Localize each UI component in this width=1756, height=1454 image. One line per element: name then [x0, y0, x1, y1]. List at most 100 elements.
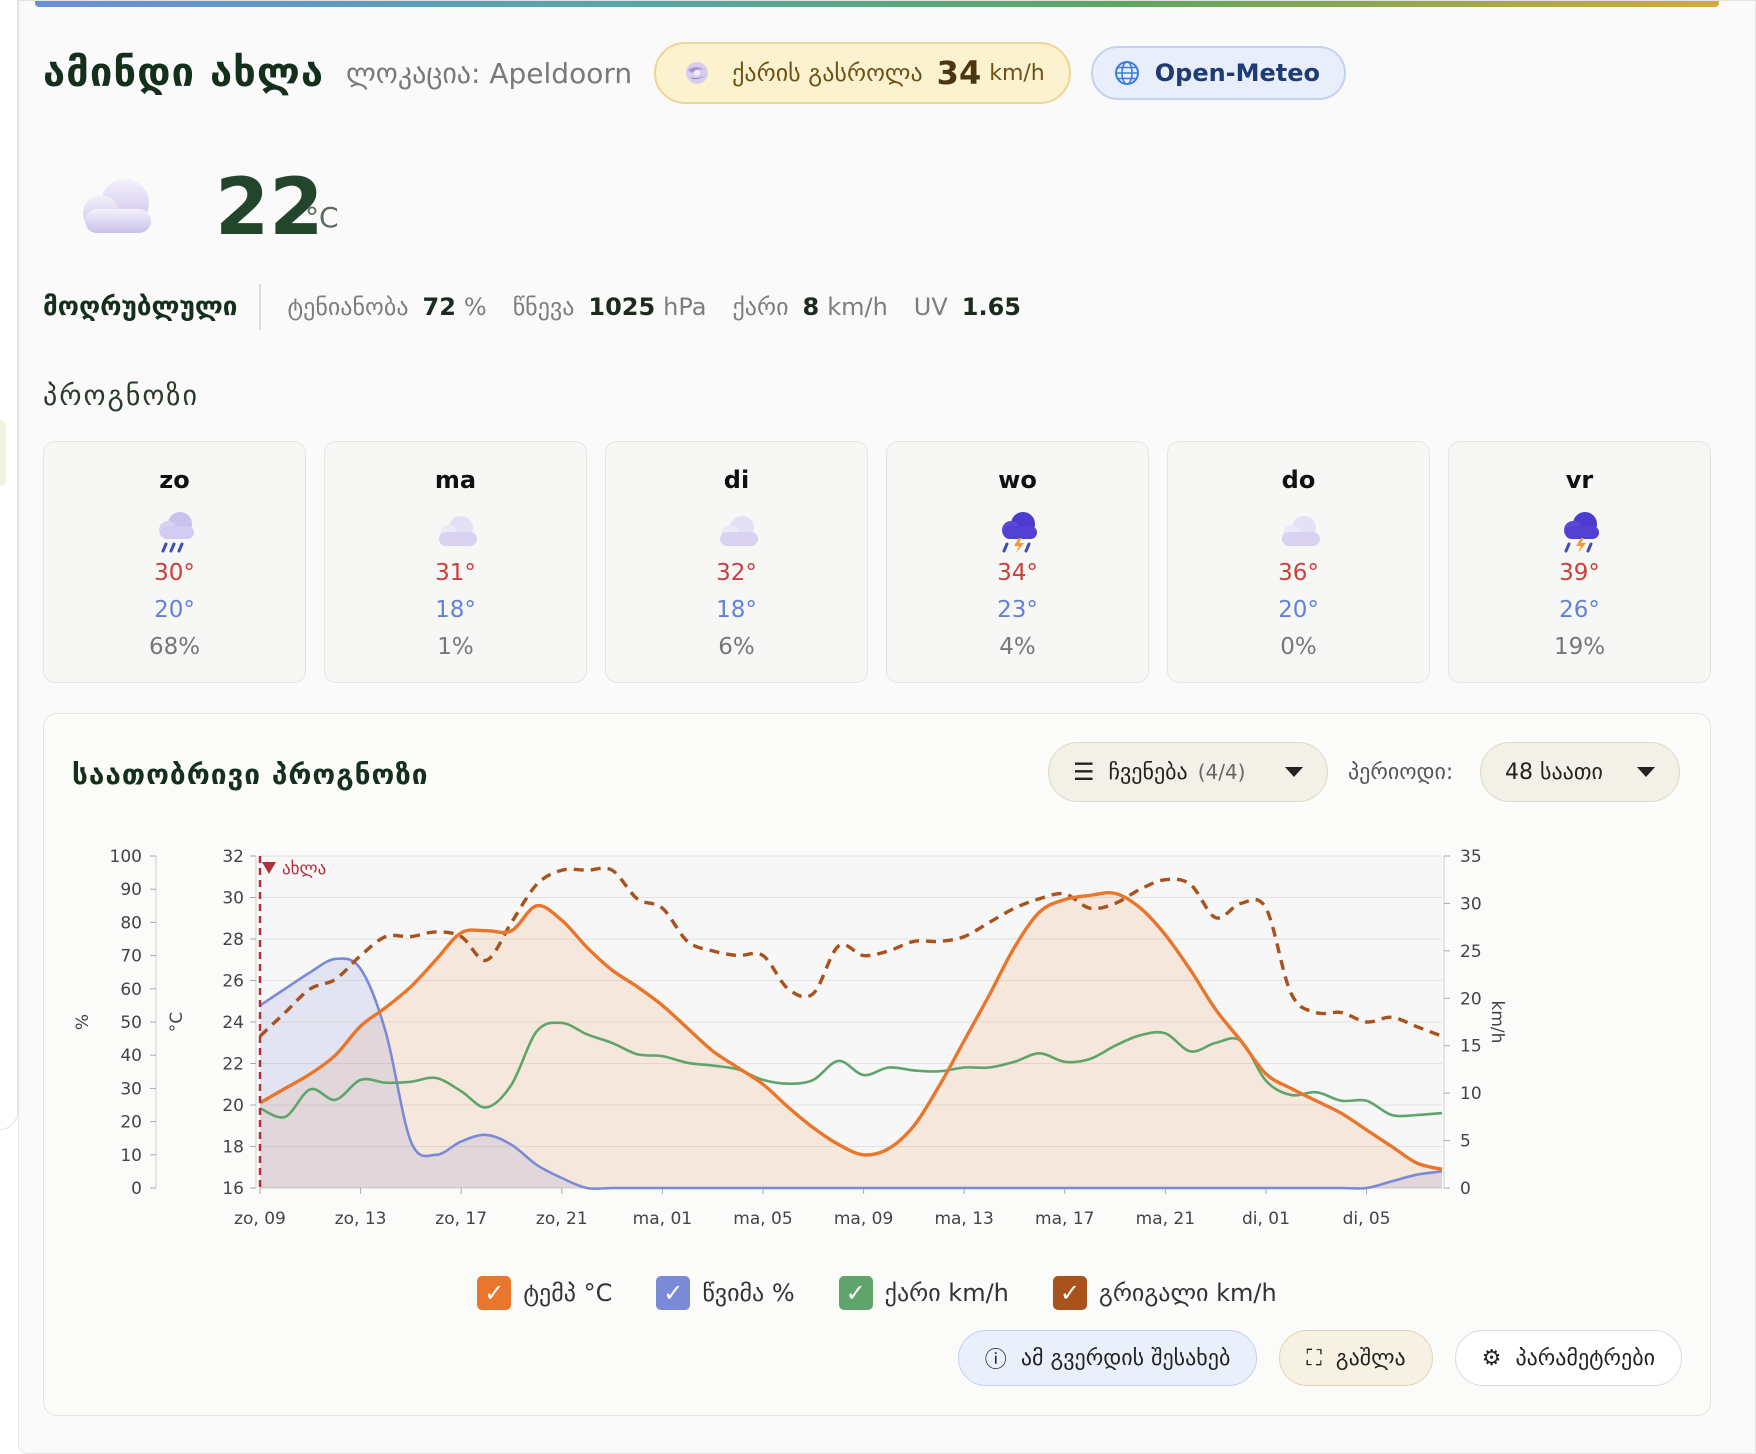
cloud-icon — [83, 179, 151, 233]
wind-unit: km/h — [827, 293, 888, 321]
speed-tick-label: 15 — [1460, 1037, 1482, 1057]
accent-bar — [35, 1, 1719, 7]
forecast-day-tile[interactable]: do 36° 20° 0% — [1167, 441, 1430, 683]
forecast-day-tile[interactable]: wo 34° 23° 4% — [886, 441, 1149, 683]
cloud-icon — [1282, 516, 1320, 546]
info-icon: ⓘ — [984, 1348, 1007, 1373]
legend-label: გრიგალი km/h — [1098, 1279, 1277, 1307]
legend-item-temperature[interactable]: ✓ ტემპ °C — [477, 1276, 612, 1310]
temp-tick-label: 24 — [222, 1013, 244, 1033]
forecast-day-name: zo — [159, 466, 190, 494]
series-visibility-label: ჩვენება — [1108, 759, 1188, 785]
percent-tick-label: 90 — [120, 880, 142, 900]
fullscreen-label: გაშლა — [1335, 1345, 1406, 1371]
data-source-label: Open-Meteo — [1154, 59, 1321, 87]
temp-tick-label: 26 — [222, 972, 244, 992]
fullscreen-button[interactable]: ⛶ გაშლა — [1279, 1330, 1433, 1386]
forecast-precip: 1% — [437, 634, 474, 660]
about-page-label: ამ გვერდის შესახებ — [1020, 1345, 1231, 1371]
speed-tick-label: 35 — [1460, 847, 1482, 867]
series-visibility-count: (4/4) — [1197, 760, 1246, 784]
legend-item-wind[interactable]: ✓ ქარი km/h — [838, 1276, 1009, 1310]
temp-tick-label: 20 — [222, 1096, 244, 1116]
cloud-icon — [439, 516, 477, 546]
background-window-tab — [0, 420, 6, 486]
footer-actions: ⓘ ამ გვერდის შესახებ ⛶ გაშლა ⚙ პარამეტრე… — [957, 1330, 1682, 1386]
forecast-low: 20° — [154, 597, 195, 623]
legend-label: ტემპ °C — [523, 1279, 613, 1307]
x-tick-label: ma, 01 — [633, 1209, 692, 1229]
forecast-day-name: wo — [998, 466, 1037, 494]
uv-label: UV — [913, 293, 948, 321]
x-tick-label: di, 05 — [1343, 1209, 1391, 1229]
wind-value: 8 — [802, 293, 820, 321]
globe-icon — [1114, 61, 1139, 85]
current-condition: მოღრუბლული — [43, 284, 262, 330]
x-tick-label: di, 01 — [1242, 1209, 1290, 1229]
forecast-precip: 0% — [1280, 634, 1317, 660]
location-label: ლოკაცია: Apeldoorn — [346, 56, 633, 90]
chevron-down-icon — [1285, 767, 1303, 777]
x-tick-label: ma, 09 — [834, 1209, 893, 1229]
x-tick-label: ma, 05 — [733, 1209, 792, 1229]
temp-tick-label: 22 — [222, 1055, 244, 1075]
pressure-label: წნევა — [512, 293, 575, 321]
legend-item-rain[interactable]: ✓ წვიმა % — [656, 1276, 795, 1310]
thunderstorm-icon — [1564, 512, 1599, 553]
percent-tick-label: 70 — [120, 947, 142, 967]
forecast-days: zo 30° 20° 68% ma 31° 18° 1% di 32° 18° … — [43, 441, 1711, 683]
hourly-chart[interactable]: 0102030405060708090100161820222426283032… — [64, 814, 1684, 1234]
checkbox-checked-icon[interactable]: ✓ — [656, 1276, 691, 1310]
forecast-precip: 6% — [718, 634, 755, 660]
chevron-down-icon — [1637, 767, 1655, 777]
forecast-day-name: vr — [1565, 466, 1594, 494]
wind-swirl-icon — [686, 62, 709, 84]
forecast-day-tile[interactable]: ma 31° 18° 1% — [324, 441, 587, 683]
header: ამინდი ახლა ლოკაცია: Apeldoorn ქარის გას… — [43, 41, 1347, 105]
forecast-high: 36° — [1278, 560, 1319, 586]
forecast-precip: 19% — [1553, 634, 1606, 660]
forecast-title: პროგნოზი — [43, 379, 199, 412]
period-value: 48 საათი — [1505, 759, 1603, 785]
weather-widget: ამინდი ახლა ლოკაცია: Apeldoorn ქარის გას… — [18, 0, 1756, 1454]
checkbox-checked-icon[interactable]: ✓ — [477, 1276, 512, 1310]
forecast-precip: 4% — [999, 634, 1036, 660]
percent-axis-title: % — [73, 1014, 93, 1030]
thunderstorm-icon — [1002, 512, 1037, 553]
humidity-label: ტენიანობა — [287, 293, 409, 321]
rain-cloud-icon — [159, 512, 194, 553]
x-tick-label: zo, 17 — [435, 1209, 487, 1229]
forecast-high: 34° — [997, 560, 1038, 586]
forecast-day-tile[interactable]: zo 30° 20° 68% — [43, 441, 306, 683]
temp-tick-label: 28 — [222, 930, 244, 950]
current-temperature-unit: °C — [305, 201, 339, 234]
app-title: ამინდი ახლა — [43, 50, 324, 96]
checkbox-checked-icon[interactable]: ✓ — [838, 1276, 873, 1310]
wind-gust-label: ქარის გასროლა — [732, 59, 923, 87]
temp-tick-label: 16 — [222, 1179, 244, 1199]
checkbox-checked-icon[interactable]: ✓ — [1052, 1276, 1087, 1310]
humidity-value: 72 — [422, 293, 456, 321]
gear-icon: ⚙ — [1481, 1345, 1502, 1371]
background-window-edge — [0, 0, 18, 1130]
data-source-button[interactable]: Open-Meteo — [1090, 46, 1347, 100]
legend-item-gust[interactable]: ✓ გრიგალი km/h — [1052, 1276, 1277, 1310]
series-visibility-dropdown[interactable]: ☰ ჩვენება (4/4) — [1048, 742, 1328, 802]
forecast-day-name: di — [723, 466, 750, 494]
percent-tick-label: 10 — [120, 1146, 142, 1166]
now-marker-label: ახლა — [282, 859, 326, 879]
list-icon: ☰ — [1073, 758, 1095, 786]
settings-button[interactable]: ⚙ პარამეტრები — [1454, 1330, 1682, 1386]
about-page-button[interactable]: ⓘ ამ გვერდის შესახებ — [957, 1330, 1258, 1386]
forecast-low: 26° — [1559, 597, 1600, 623]
chart-legend: ✓ ტემპ °C ✓ წვიმა % ✓ ქარი km/h ✓ გრიგალ… — [44, 1276, 1710, 1310]
period-select[interactable]: 48 საათი — [1480, 742, 1680, 802]
x-tick-label: ma, 17 — [1035, 1209, 1094, 1229]
pressure-value: 1025 — [588, 293, 656, 321]
forecast-low: 23° — [997, 597, 1038, 623]
forecast-day-tile[interactable]: vr 39° 26° 19% — [1448, 441, 1711, 683]
x-tick-label: zo, 21 — [536, 1209, 588, 1229]
wind-gust-badge: ქარის გასროლა 34 km/h — [654, 42, 1071, 104]
forecast-day-tile[interactable]: di 32° 18° 6% — [605, 441, 868, 683]
speed-tick-label: 30 — [1460, 894, 1482, 914]
